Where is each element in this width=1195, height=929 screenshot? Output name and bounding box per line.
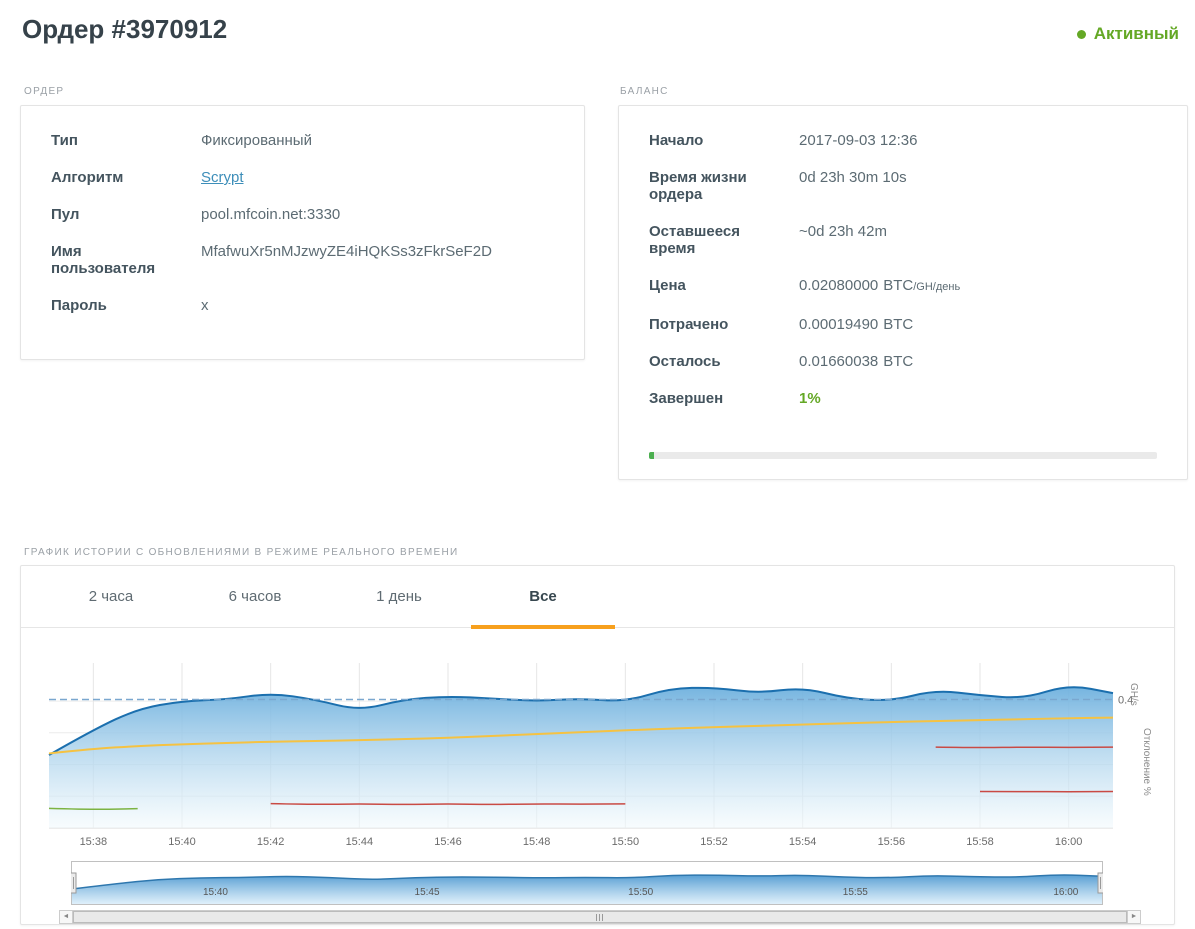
field-label: Пароль [51,297,107,314]
price-unit-small: /GH/день [913,281,961,293]
field-label: Цена [649,277,686,294]
algorithm-link[interactable]: Scrypt [201,169,244,186]
x-axis-tick-label: 15:56 [878,836,906,848]
scrollbar-track[interactable] [73,910,1127,924]
tab-1d[interactable]: 1 день [327,566,471,628]
series-0-area [49,687,1113,828]
field-label: Время жизни ордера [649,169,747,203]
field-value: Фиксированный [201,132,312,149]
navigator-time-label: 16:00 [1053,887,1078,898]
field-label: Завершен [649,390,724,407]
x-axis-tick-label: 15:52 [700,836,728,848]
order-card: Тип Фиксированный Алгоритм Scrypt Пул po… [20,105,585,360]
x-axis-tick-label: 15:50 [612,836,640,848]
spent-unit: BTC [883,316,914,333]
x-axis-tick-label: 15:40 [168,836,196,848]
active-status-dot-icon [1076,29,1086,39]
scrollbar-grip-icon [595,913,605,921]
navigator-svg: 15:40 15:45 15:50 15:55 16:00 [67,861,1107,905]
navigator-time-label: 15:50 [628,887,653,898]
history-chart-svg[interactable]: 15:38 15:40 15:42 15:44 15:46 15:48 15:50 15:52… [21,638,1176,856]
field-value: 0.02080000 BTC/GH/день [799,277,1157,296]
field-label: Имя пользователя [51,243,156,277]
scroll-right-icon[interactable]: ► [1127,910,1141,924]
scrollbar-thumb[interactable] [73,911,1127,923]
x-axis-tick-label: 15:38 [80,836,108,848]
x-axis-tick-label: 16:00 [1055,836,1083,848]
balance-section-label: БАЛАНС [620,86,669,97]
navigator-time-label: 15:55 [843,887,868,898]
series-5-line [48,807,138,810]
chart-section-label: ГРАФИК ИСТОРИИ С ОБНОВЛЕНИЯМИ В РЕЖИМЕ Р… [24,547,459,558]
x-axis-tick-label: 15:54 [789,836,817,848]
tab-6h[interactable]: 6 часов [183,566,327,628]
page-title: Ордер #3970912 [22,14,228,44]
tab-all[interactable]: Все [471,566,615,629]
x-axis-tick-label: 15:58 [966,836,994,848]
field-row-algorithm: Алгоритм Scrypt [51,159,554,196]
order-status-label: Активный [1093,24,1179,43]
left-unit: BTC [883,353,914,370]
order-status-badge: Активный [1076,24,1179,44]
field-row-completed: Завершен 1% [649,380,1157,417]
field-label: Алгоритм [51,169,124,186]
field-value: 0.01660038 BTC [799,353,1157,370]
field-row-username: Имя пользователя MfafwuXr5nMJzwyZE4iHQKS… [51,233,554,287]
history-chart-card: 2 часа 6 часов 1 день Все 15:38 15:40 15:4… [20,565,1175,925]
chart-range-tabs: 2 часа 6 часов 1 день Все [21,566,1174,629]
field-row-password: Пароль x [51,287,554,324]
price-unit: BTC [883,277,914,294]
tab-2h[interactable]: 2 часа [39,566,183,628]
progress-fill [649,452,655,459]
field-label: Пул [51,206,80,223]
field-label: Осталось [649,353,721,370]
field-row-price: Цена 0.02080000 BTC/GH/день [649,267,1157,306]
field-value: 2017-09-03 12:36 [799,132,918,149]
field-row-lifetime: Время жизни ордера 0d 23h 30m 10s [649,159,1157,213]
right-axis-title: GH/s [1128,683,1139,706]
x-axis-tick-label: 15:42 [257,836,285,848]
price-value: 0.02080000 [799,277,879,294]
right-axis-title: Отклонение % [1141,728,1152,796]
chart-scrollbar[interactable]: ◄ ► [59,910,1141,924]
scroll-left-icon[interactable]: ◄ [59,910,73,924]
field-value: pool.mfcoin.net:3330 [201,206,341,223]
completed-percent: 1% [799,390,821,407]
field-row-spent: Потрачено 0.00019490 BTC [649,306,1157,343]
field-value: x [201,297,209,314]
field-row-type: Тип Фиксированный [51,122,554,159]
spent-value: 0.00019490 [799,316,879,333]
x-axis-tick-label: 15:44 [346,836,374,848]
x-axis-tick-label: 15:48 [523,836,551,848]
x-axis-tick-label: 15:46 [434,836,462,848]
series-2-line [270,802,626,806]
field-row-remaining: Оставшееся время ~0d 23h 42m [649,213,1157,267]
navigator-time-label: 15:40 [203,887,228,898]
field-row-start: Начало 2017-09-03 12:36 [649,122,1157,159]
field-label: Тип [51,132,78,149]
left-value: 0.01660038 [799,353,879,370]
balance-card: Начало 2017-09-03 12:36 Время жизни орде… [618,105,1188,480]
field-label: Оставшееся время [649,223,741,257]
field-label: Потрачено [649,316,729,333]
field-value: MfafwuXr5nMJzwyZE4iHQKSs3zFkrSeF2D [201,243,492,260]
field-value: 0.00019490 BTC [799,316,1157,333]
chart-navigator[interactable]: 15:40 15:45 15:50 15:55 16:00 [67,861,1107,905]
navigator-time-label: 15:45 [415,887,440,898]
field-label: Начало [649,132,704,149]
field-value: 0d 23h 30m 10s [799,169,907,186]
field-row-pool: Пул pool.mfcoin.net:3330 [51,196,554,233]
order-section-label: ОРДЕР [24,86,65,97]
field-value: ~0d 23h 42m [799,223,887,240]
field-row-left: Осталось 0.01660038 BTC [649,343,1157,380]
progress-bar [649,452,1157,459]
